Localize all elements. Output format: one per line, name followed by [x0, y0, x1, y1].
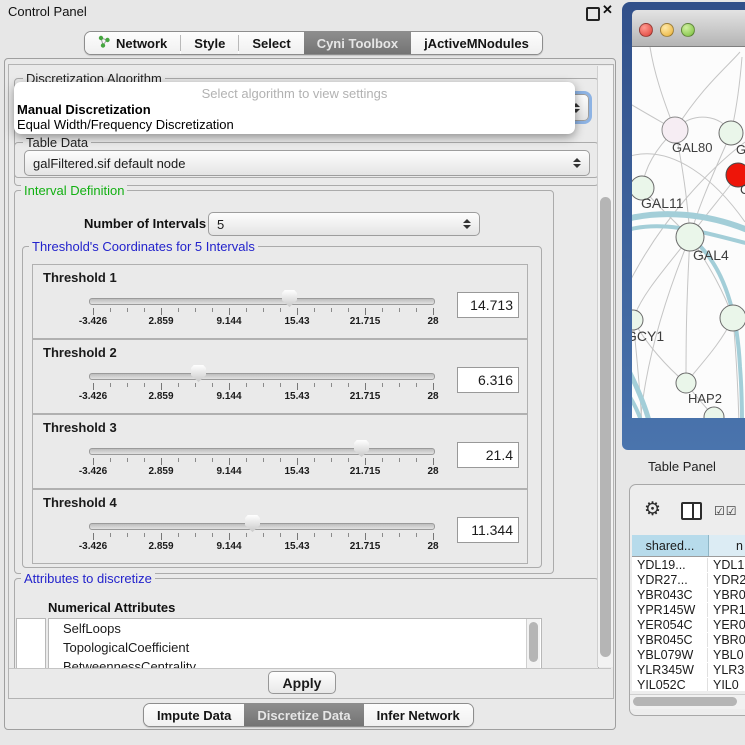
- control-panel-title: Control Panel: [8, 4, 87, 19]
- node-attribute-table: shared... n YDL19...YDL1 YDR27...YDR2 YB…: [632, 535, 745, 691]
- tab-discretize-data[interactable]: Discretize Data: [244, 704, 363, 726]
- threshold-4-slider-track[interactable]: [89, 523, 435, 530]
- node-gcy1[interactable]: [632, 310, 643, 330]
- list-item[interactable]: SelfLoops: [49, 619, 541, 638]
- dropdown-placeholder-item: Select algorithm to view settings: [14, 86, 575, 101]
- threshold-4-value-field[interactable]: 11.344: [457, 517, 519, 543]
- column-header-name[interactable]: n: [709, 535, 745, 556]
- table-row[interactable]: YBL079WYBL0: [632, 647, 745, 662]
- table-row[interactable]: YBR043CYBR0: [632, 587, 745, 602]
- select-columns-icon[interactable]: ☑☑: [714, 504, 738, 518]
- node-hap2[interactable]: [676, 373, 696, 393]
- threshold-2-row: Threshold 2 -3.426 2.859 9.144 15.43 21.…: [32, 339, 528, 414]
- tab-select[interactable]: Select: [239, 32, 303, 54]
- cyni-mode-tab-bar: Impute Data Discretize Data Infer Networ…: [143, 703, 474, 727]
- table-row[interactable]: YIL052CYIL0: [632, 677, 745, 691]
- threshold-1-row: Threshold 1 -3.426 2.859 9.144 15.43 21.…: [32, 264, 528, 339]
- attributes-list-scrollbar[interactable]: [526, 619, 540, 668]
- number-of-intervals-label: Number of Intervals: [84, 216, 206, 231]
- dropdown-item-manual-discretization[interactable]: Manual Discretization: [17, 102, 151, 117]
- node-label-gcy1: GCY1: [632, 328, 664, 344]
- table-panel-title: Table Panel: [648, 459, 716, 474]
- tab-network[interactable]: Network: [85, 32, 180, 54]
- tab-cyni-toolbox[interactable]: Cyni Toolbox: [304, 32, 411, 54]
- table-row[interactable]: YDR27...YDR2: [632, 572, 745, 587]
- close-window-button[interactable]: [639, 23, 653, 37]
- table-row[interactable]: YLR345WYLR3: [632, 662, 745, 677]
- gear-icon[interactable]: ⚙: [644, 500, 661, 519]
- interval-definition-group-title: Interval Definition: [21, 184, 127, 197]
- apply-button[interactable]: Apply: [268, 671, 336, 694]
- scrollbar-thumb[interactable]: [600, 197, 611, 657]
- number-of-intervals-combobox[interactable]: 5: [208, 212, 480, 236]
- column-header-shared-name[interactable]: shared...: [632, 535, 709, 556]
- node-label-gal80: GAL80: [672, 140, 712, 155]
- table-data-combobox[interactable]: galFiltered.sif default node: [24, 150, 590, 176]
- tab-impute-data[interactable]: Impute Data: [144, 704, 244, 726]
- attribute-checkbox-column: [16, 618, 46, 669]
- slider-major-ticks: [93, 383, 434, 390]
- slider-major-ticks: [93, 533, 434, 540]
- table-row[interactable]: YPR145WYPR1: [632, 602, 745, 617]
- control-panel-tab-bar: Network Style Select Cyni Toolbox jActiv…: [84, 31, 543, 55]
- content-vertical-scrollbar[interactable]: [597, 66, 613, 667]
- threshold-4-row: Threshold 4 -3.426 2.859 9.144 15.43 21.…: [32, 489, 528, 564]
- combo-arrows-icon: [463, 219, 471, 229]
- threshold-1-slider-track[interactable]: [89, 298, 435, 305]
- table-row[interactable]: YBR045CYBR0: [632, 632, 745, 647]
- tab-infer-network[interactable]: Infer Network: [364, 704, 473, 726]
- threshold-2-label: Threshold 2: [43, 345, 117, 360]
- node-label-hap2: HAP2: [688, 391, 722, 406]
- slider-major-ticks: [93, 308, 434, 315]
- threshold-2-slider-track[interactable]: [89, 373, 435, 380]
- dropdown-item-equal-width-frequency[interactable]: Equal Width/Frequency Discretization: [17, 117, 234, 132]
- list-item[interactable]: TopologicalCoefficient: [49, 638, 541, 657]
- node-label-gal4: GAL4: [693, 247, 729, 263]
- numerical-attributes-list[interactable]: SelfLoops TopologicalCoefficient Between…: [48, 618, 542, 669]
- threshold-2-value-field[interactable]: 6.316: [457, 367, 519, 393]
- combo-arrows-icon: [573, 158, 581, 168]
- network-icon: [98, 35, 111, 51]
- threshold-1-label: Threshold 1: [43, 270, 117, 285]
- column-layout-icon[interactable]: [681, 502, 702, 520]
- numerical-attributes-header: Numerical Attributes: [48, 600, 175, 615]
- slider-major-ticks: [93, 458, 434, 465]
- table-horizontal-scrollbar[interactable]: [630, 694, 745, 709]
- float-panel-icon[interactable]: [586, 7, 600, 21]
- network-window-titlebar[interactable]: [632, 10, 745, 47]
- network-view-canvas[interactable]: GAL80 G C GAL11 GAL4 GCY1 H HAP2: [632, 47, 745, 418]
- node-label-gal11: GAL11: [641, 195, 684, 211]
- tab-jactivemnodules[interactable]: jActiveMNodules: [411, 32, 542, 54]
- attributes-group-title: Attributes to discretize: [21, 572, 155, 585]
- threshold-3-label: Threshold 3: [43, 420, 117, 435]
- scrollbar-thumb[interactable]: [633, 697, 737, 706]
- table-header-row: shared... n: [632, 535, 745, 557]
- zoom-window-button[interactable]: [681, 23, 695, 37]
- node-partial-low-right[interactable]: [720, 305, 745, 331]
- threshold-4-label: Threshold 4: [43, 495, 117, 510]
- table-row[interactable]: YER054CYER0: [632, 617, 745, 632]
- threshold-1-value-field[interactable]: 14.713: [457, 292, 519, 318]
- threshold-3-row: Threshold 3 -3.426 2.859 9.144 15.43 21.…: [32, 414, 528, 489]
- minimize-window-button[interactable]: [660, 23, 674, 37]
- node-label-partial-g: G: [736, 142, 745, 157]
- threshold-3-slider-track[interactable]: [89, 448, 435, 455]
- scrollbar-thumb[interactable]: [529, 622, 538, 662]
- tab-style[interactable]: Style: [181, 32, 238, 54]
- node-label-partial-c: C: [740, 182, 745, 197]
- table-row[interactable]: YDL19...YDL1: [632, 557, 745, 572]
- threshold-3-value-field[interactable]: 21.4: [457, 442, 519, 468]
- threshold-coordinates-group-title: Threshold's Coordinates for 5 Intervals: [29, 240, 258, 253]
- table-data-group-title: Table Data: [23, 136, 91, 149]
- algorithm-dropdown-popup: Select algorithm to view settings Manual…: [14, 82, 575, 134]
- close-panel-icon[interactable]: ✕: [602, 2, 613, 18]
- screenshot-root: Control Panel ✕ Network Style Select Cyn…: [0, 0, 745, 745]
